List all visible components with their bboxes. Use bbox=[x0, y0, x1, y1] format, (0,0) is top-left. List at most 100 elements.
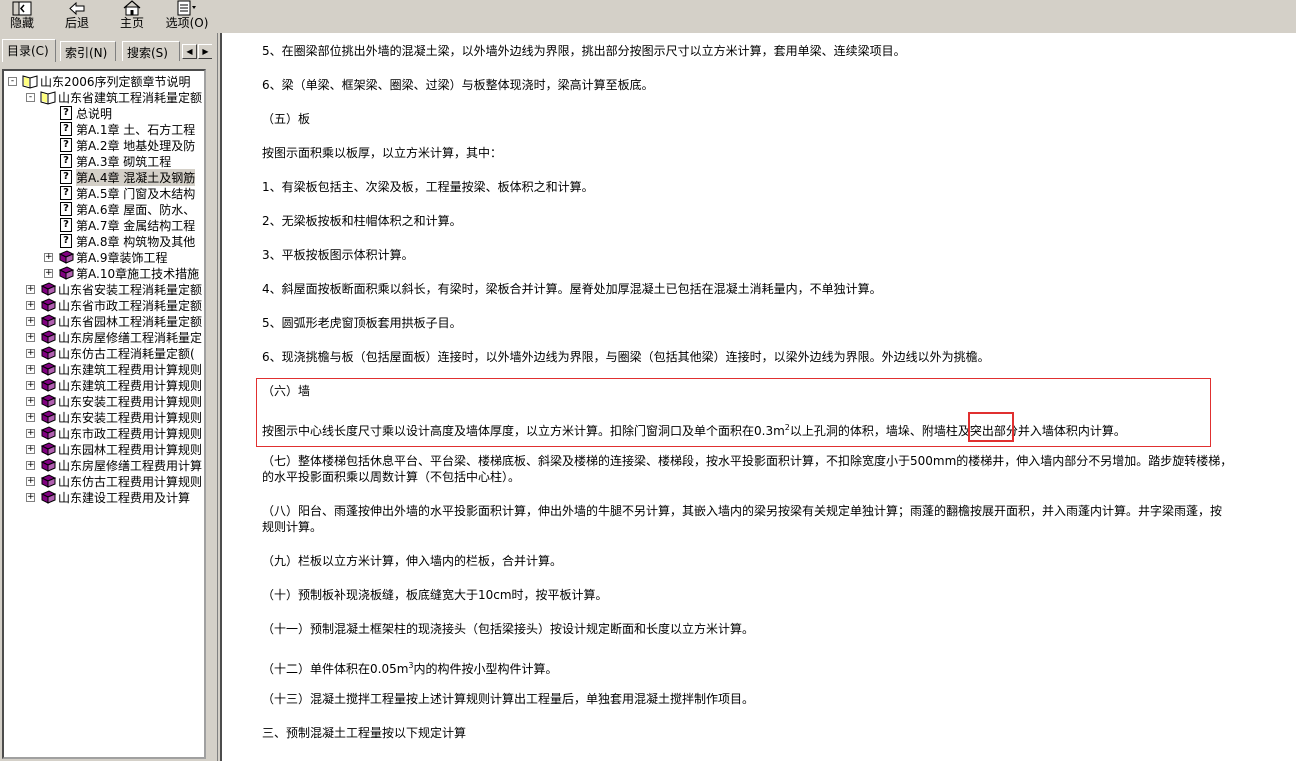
section-heading: （六）墙 bbox=[262, 384, 311, 398]
help-viewer-window: 隐藏 后退 主页 选项(O) 目录(C) 索引(N) 搜索(S) ◀ ▶ - 山… bbox=[0, 0, 1296, 761]
tree-item-book[interactable]: 山东房屋修缮工程费用计算 bbox=[40, 457, 202, 473]
tab-search[interactable]: 搜索(S) bbox=[122, 41, 180, 61]
expand-toggle-icon[interactable]: + bbox=[26, 285, 35, 294]
options-button[interactable]: 选项(O) bbox=[164, 0, 210, 31]
tree-item-chapter[interactable]: ? 第A.5章 门窗及木结构 bbox=[58, 185, 195, 201]
tree-item-book[interactable]: 山东房屋修缮工程消耗量定 bbox=[40, 329, 202, 345]
tree-item-book[interactable]: 山东省安装工程消耗量定额 bbox=[40, 281, 202, 297]
tab-scroll-left-button[interactable]: ◀ bbox=[182, 44, 197, 59]
nav-tabs: 目录(C) 索引(N) 搜索(S) ◀ ▶ bbox=[2, 39, 216, 62]
term-highlight-box bbox=[968, 412, 1014, 442]
expand-toggle-icon[interactable]: + bbox=[26, 333, 35, 342]
paragraph: （七）整体楼梯包括休息平台、平台梁、楼梯底板、斜梁及楼梯的连接梁、楼梯段，按水平… bbox=[262, 454, 1233, 468]
tree-item-chapter[interactable]: ? 第A.1章 土、石方工程 bbox=[58, 121, 195, 137]
tree-item-label: 第A.7章 金属结构工程 bbox=[76, 218, 196, 233]
paragraph: 6、现浇挑檐与板（包括屋面板）连接时，以外墙外边线为界限，与圈梁（包括其他梁）连… bbox=[262, 350, 990, 364]
navigation-pane: 目录(C) 索引(N) 搜索(S) ◀ ▶ - 山东2006序列定额章节说明 - 山东… bbox=[0, 33, 218, 761]
expand-toggle-icon[interactable]: + bbox=[26, 493, 35, 502]
tree-item-book[interactable]: 山东省市政工程消耗量定额 bbox=[40, 297, 202, 313]
closed-book-icon bbox=[40, 346, 56, 360]
tree-item-book[interactable]: 山东建筑工程费用计算规则 bbox=[40, 361, 202, 377]
tree-item-building-quota[interactable]: 山东省建筑工程消耗量定额 bbox=[40, 89, 202, 105]
help-topic-icon: ? bbox=[60, 122, 72, 136]
tree-item-chapter[interactable]: ? 第A.6章 屋面、防水、 bbox=[58, 201, 195, 217]
pane-splitter[interactable] bbox=[212, 33, 218, 761]
tree-item-book[interactable]: 山东建设工程费用及计算 bbox=[40, 489, 190, 505]
closed-book-icon bbox=[40, 282, 56, 296]
hide-icon bbox=[11, 0, 33, 16]
paragraph: 4、斜屋面按板断面积乘以斜长，有梁时，梁板合并计算。屋脊处加厚混凝土已包括在混凝… bbox=[262, 282, 882, 296]
expand-toggle-icon[interactable]: + bbox=[26, 429, 35, 438]
tree-item-chapter-book[interactable]: 第A.9章装饰工程 bbox=[58, 249, 167, 265]
closed-book-icon bbox=[40, 442, 56, 456]
tree-item-label: 山东省园林工程消耗量定额 bbox=[58, 314, 203, 329]
back-arrow-icon bbox=[66, 0, 88, 16]
closed-book-icon bbox=[40, 330, 56, 344]
expand-toggle-icon[interactable]: + bbox=[26, 397, 35, 406]
tree-item-chapter[interactable]: ? 第A.4章 混凝土及钢筋 bbox=[58, 168, 196, 186]
tree-item-chapter[interactable]: ? 第A.2章 地基处理及防 bbox=[58, 137, 195, 153]
expand-toggle-icon[interactable]: + bbox=[26, 445, 35, 454]
expand-toggle-icon[interactable]: + bbox=[26, 381, 35, 390]
help-topic-icon: ? bbox=[60, 202, 72, 216]
paragraph: 5、圆弧形老虎窗顶板套用拱板子目。 bbox=[262, 316, 462, 330]
tree-item-book[interactable]: 山东仿古工程消耗量定额( bbox=[40, 345, 195, 361]
tree-item-book[interactable]: 山东园林工程费用计算规则 bbox=[40, 441, 202, 457]
tree-item-chapter[interactable]: ? 第A.3章 砌筑工程 bbox=[58, 153, 171, 169]
paragraph: 6、梁（单梁、框架梁、圈梁、过梁）与板整体现浇时，梁高计算至板底。 bbox=[262, 78, 654, 92]
expand-toggle-icon[interactable]: + bbox=[26, 301, 35, 310]
tree-item-label: 山东园林工程费用计算规则 bbox=[58, 442, 203, 457]
tree-item-chapter[interactable]: ? 第A.8章 构筑物及其他 bbox=[58, 233, 195, 249]
help-topic-icon: ? bbox=[60, 154, 72, 168]
help-topic-icon: ? bbox=[60, 138, 72, 152]
expand-toggle-icon[interactable]: + bbox=[26, 349, 35, 358]
tree-item-label: 山东2006序列定额章节说明 bbox=[40, 74, 191, 89]
expand-toggle-icon[interactable]: + bbox=[44, 269, 53, 278]
expand-toggle-icon[interactable]: + bbox=[26, 317, 35, 326]
tree-item-book[interactable]: 山东省园林工程消耗量定额 bbox=[40, 313, 202, 329]
tree-item-label: 山东安装工程费用计算规则 bbox=[58, 410, 203, 425]
tree-item-chapter[interactable]: ? 第A.7章 金属结构工程 bbox=[58, 217, 195, 233]
expand-toggle-icon[interactable]: + bbox=[26, 365, 35, 374]
tree-item-root[interactable]: 山东2006序列定额章节说明 bbox=[22, 73, 191, 89]
expand-toggle-icon[interactable]: + bbox=[26, 413, 35, 422]
tree-item-label: 山东房屋修缮工程消耗量定 bbox=[58, 330, 203, 345]
paragraph: 2、无梁板按板和柱帽体积之和计算。 bbox=[262, 214, 462, 228]
back-button[interactable]: 后退 bbox=[62, 0, 92, 31]
expand-toggle-icon[interactable]: + bbox=[26, 461, 35, 470]
closed-book-icon bbox=[58, 266, 74, 280]
tree-item-label: 山东仿古工程消耗量定额( bbox=[58, 346, 195, 361]
closed-book-icon bbox=[40, 298, 56, 312]
paragraph: 3、平板按板图示体积计算。 bbox=[262, 248, 414, 262]
closed-book-icon bbox=[40, 490, 56, 504]
collapse-toggle-icon[interactable]: - bbox=[26, 93, 35, 102]
tab-index[interactable]: 索引(N) bbox=[60, 41, 116, 61]
tree-item-book[interactable]: 山东安装工程费用计算规则 bbox=[40, 393, 202, 409]
home-button[interactable]: 主页 bbox=[117, 0, 147, 31]
paragraph: （十三）混凝土搅拌工程量按上述计算规则计算出工程量后，单独套用混凝土搅拌制作项目… bbox=[262, 692, 755, 706]
closed-book-icon bbox=[40, 426, 56, 440]
tree-item-chapter-book[interactable]: 第A.10章施工技术措施 bbox=[58, 265, 199, 281]
topic-content: 5、在圈梁部位挑出外墙的混凝土梁，以外墙外边线为界限，挑出部分按图示尺寸以立方米… bbox=[220, 33, 1296, 761]
tree-item-label: 山东市政工程费用计算规则 bbox=[58, 426, 203, 441]
tree-item-book[interactable]: 山东市政工程费用计算规则 bbox=[40, 425, 202, 441]
tree-item-label: 第A.9章装饰工程 bbox=[76, 250, 168, 265]
tab-contents[interactable]: 目录(C) bbox=[2, 39, 56, 62]
paragraph: 按图示面积乘以板厚，以立方米计算，其中： bbox=[262, 146, 503, 160]
highlighted-term: 附墙柱 bbox=[921, 424, 958, 438]
tree-item-book[interactable]: 山东安装工程费用计算规则 bbox=[40, 409, 202, 425]
tree-item-chapter[interactable]: ? 总说明 bbox=[58, 105, 112, 121]
tree-item-label: 山东省安装工程消耗量定额 bbox=[58, 282, 203, 297]
closed-book-icon bbox=[40, 410, 56, 424]
expand-toggle-icon[interactable]: + bbox=[26, 477, 35, 486]
tree-item-book[interactable]: 山东仿古工程费用计算规则 bbox=[40, 473, 202, 489]
tree-item-label: 山东建筑工程费用计算规则 bbox=[58, 378, 203, 393]
collapse-toggle-icon[interactable]: - bbox=[8, 77, 17, 86]
tree-item-label: 山东省建筑工程消耗量定额 bbox=[58, 90, 203, 105]
tree-item-book[interactable]: 山东建筑工程费用计算规则 bbox=[40, 377, 202, 393]
home-icon bbox=[121, 0, 143, 16]
hide-button[interactable]: 隐藏 bbox=[6, 0, 38, 31]
expand-toggle-icon[interactable]: + bbox=[44, 253, 53, 262]
tab-scroll-right-button[interactable]: ▶ bbox=[198, 44, 213, 59]
paragraph: （八）阳台、雨蓬按伸出外墙的水平投影面积计算，伸出外墙的牛腿不另计算，其嵌入墙内… bbox=[262, 504, 1223, 518]
